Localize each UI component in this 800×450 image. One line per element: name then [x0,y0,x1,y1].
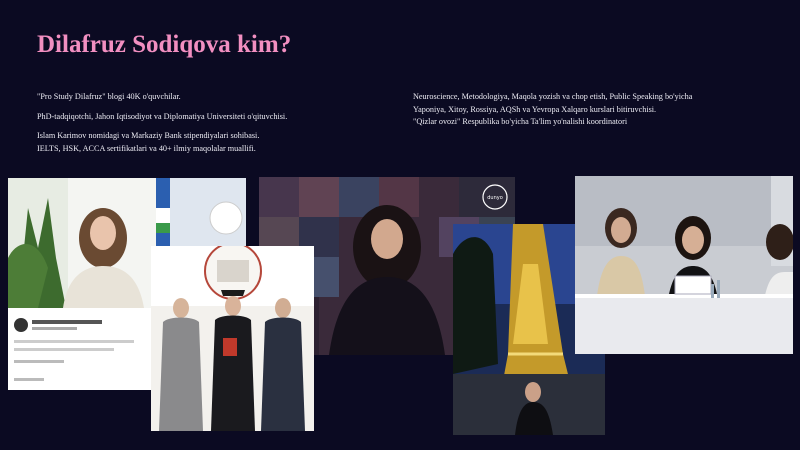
bio-left-column: "Pro Study Dilafruz" blogi 40K o'quvchil… [37,91,367,163]
bio-line-phd: PhD-tadqiqotchi, Jahon Iqtisodiyot va Di… [37,111,288,121]
bio-line-coordinator: "Qizlar ovozi" Respublika bo'yicha Ta'li… [413,117,628,127]
dunyo-logo: dunyo [487,195,503,201]
bio-line-courses: Yaponiya, Xitoy, Rossiya, AQSh va Yevrop… [413,104,657,114]
bio-right-column: Neuroscience, Metodologiya, Maqola yozis… [413,91,783,129]
bio-line-blog: "Pro Study Dilafruz" blogi 40K o'quvchil… [37,92,181,101]
bio-line-certificates: IELTS, HSK, ACCA sertifikatlari va 40+ i… [37,144,256,154]
bio-line-neuroscience: Neuroscience, Metodologiya, Maqola yozis… [413,92,693,101]
photo-panel-discussion [575,176,793,354]
photo-award-ceremony [151,246,314,431]
slide-title: Dilafruz Sodiqova kim? [37,31,292,58]
bio-line-scholarships: Islam Karimov nomidagi va Markaziy Bank … [37,131,260,141]
